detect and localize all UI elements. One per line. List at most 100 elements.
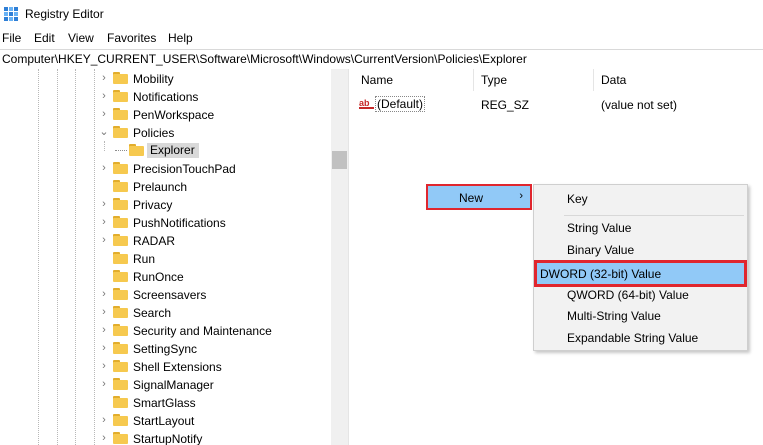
folder-icon (113, 306, 128, 318)
chevron-right-icon[interactable]: › (98, 323, 110, 337)
menu-bar: File Edit View Favorites Help (0, 28, 763, 48)
submenu-key[interactable]: Key (567, 192, 588, 206)
tree-item-label: Run (133, 252, 156, 266)
tree-item-explorer[interactable]: Explorer (0, 142, 330, 160)
value-type: REG_SZ (481, 98, 530, 112)
submenu-binary-value[interactable]: Binary Value (567, 243, 634, 257)
tree-item-prelaunch[interactable]: Prelaunch (0, 178, 330, 196)
chevron-right-icon[interactable]: › (98, 377, 110, 391)
scrollbar-thumb[interactable] (332, 151, 347, 169)
tree-item-smartglass[interactable]: SmartGlass (0, 394, 330, 412)
tree-item-run[interactable]: Run (0, 250, 330, 268)
column-divider[interactable] (593, 69, 594, 91)
column-divider[interactable] (473, 69, 474, 91)
chevron-right-icon[interactable]: › (98, 359, 110, 373)
address-path[interactable]: Computer\HKEY_CURRENT_USER\Software\Micr… (2, 52, 527, 66)
tree-item-screensavers[interactable]: › Screensavers (0, 286, 330, 304)
submenu-arrow-icon: › (519, 190, 523, 202)
chevron-right-icon[interactable]: › (98, 431, 110, 445)
folder-icon (113, 414, 128, 426)
folder-icon (113, 90, 128, 102)
submenu-dword-value[interactable]: DWORD (32-bit) Value (534, 260, 747, 287)
tree-item-runonce[interactable]: RunOnce (0, 268, 330, 286)
chevron-down-icon[interactable]: ⌄ (98, 125, 110, 139)
tree-item-pushnotifications[interactable]: › PushNotifications (0, 214, 330, 232)
tree-item-penworkspace[interactable]: › PenWorkspace (0, 106, 330, 124)
tree-item-search[interactable]: › Search (0, 304, 330, 322)
tree-item-label: Screensavers (133, 288, 207, 302)
tree-item-radar[interactable]: › RADAR (0, 232, 330, 250)
folder-icon (113, 234, 128, 246)
tree-item-startupnotify[interactable]: › StartupNotify (0, 430, 330, 445)
new-label: New (459, 191, 484, 205)
tree-item-label: Mobility (133, 72, 174, 86)
tree-item-mobility[interactable]: › Mobility (0, 70, 330, 88)
chevron-right-icon[interactable]: › (98, 197, 110, 211)
chevron-right-icon[interactable]: › (98, 89, 110, 103)
folder-icon (113, 288, 128, 300)
folder-icon (113, 72, 128, 84)
submenu-expandable-string-value[interactable]: Expandable String Value (567, 331, 698, 345)
menu-favorites[interactable]: Favorites (107, 31, 156, 45)
registry-tree[interactable]: › Mobility › Notifications › PenWorkspac… (0, 69, 348, 445)
tree-item-label: Shell Extensions (133, 360, 222, 374)
menu-view[interactable]: View (68, 31, 94, 45)
chevron-right-icon[interactable]: › (98, 161, 110, 175)
tree-item-signalmanager[interactable]: › SignalManager (0, 376, 330, 394)
submenu-string-value[interactable]: String Value (567, 221, 631, 235)
folder-icon (113, 180, 128, 192)
tree-item-privacy[interactable]: › Privacy (0, 196, 330, 214)
new-submenu: Key String Value Binary Value DWORD (32-… (533, 184, 748, 351)
column-data-header[interactable]: Data (601, 73, 626, 87)
chevron-right-icon[interactable]: › (98, 107, 110, 121)
folder-icon (113, 360, 128, 372)
tree-item-label: PrecisionTouchPad (133, 162, 236, 176)
chevron-right-icon[interactable]: › (98, 287, 110, 301)
menu-edit[interactable]: Edit (34, 31, 55, 45)
column-type-header[interactable]: Type (481, 73, 507, 87)
chevron-right-icon[interactable]: › (98, 341, 110, 355)
tree-item-notifications[interactable]: › Notifications (0, 88, 330, 106)
chevron-right-icon[interactable]: › (98, 71, 110, 85)
tree-item-label: SignalManager (133, 378, 214, 392)
folder-icon (113, 378, 128, 390)
folder-open-icon (113, 126, 128, 138)
menu-file[interactable]: File (2, 31, 21, 45)
menu-help[interactable]: Help (168, 31, 193, 45)
tree-scrollbar[interactable] (331, 69, 348, 445)
tree-item-label: PushNotifications (133, 216, 226, 230)
folder-icon (113, 270, 128, 282)
tree-item-security-and-maintenance[interactable]: › Security and Maintenance (0, 322, 330, 340)
context-menu-new-item[interactable]: New › (426, 184, 532, 210)
submenu-qword-value[interactable]: QWORD (64-bit) Value (567, 288, 689, 302)
folder-icon (113, 432, 128, 444)
tree-item-startlayout[interactable]: › StartLayout (0, 412, 330, 430)
folder-icon (113, 252, 128, 264)
window-title: Registry Editor (25, 7, 104, 21)
column-name-header[interactable]: Name (361, 73, 393, 87)
tree-item-shell-extensions[interactable]: › Shell Extensions (0, 358, 330, 376)
value-name-default[interactable]: (Default) (375, 96, 426, 112)
registry-editor-icon (4, 7, 18, 21)
tree-item-label: Policies (133, 126, 175, 140)
tree-item-label: PenWorkspace (133, 108, 215, 122)
chevron-right-icon[interactable]: › (98, 305, 110, 319)
tree-item-precisiontouchpad[interactable]: › PrecisionTouchPad (0, 160, 330, 178)
tree-item-label: Explorer (147, 143, 199, 158)
folder-icon (113, 198, 128, 210)
tree-item-label: Notifications (133, 90, 199, 104)
value-data: (value not set) (601, 98, 678, 112)
folder-icon (113, 108, 128, 120)
chevron-right-icon[interactable]: › (98, 215, 110, 229)
tree-item-policies[interactable]: ⌄ Policies (0, 124, 330, 142)
address-bar[interactable]: Computer\HKEY_CURRENT_USER\Software\Micr… (0, 49, 763, 70)
chevron-right-icon[interactable]: › (98, 233, 110, 247)
tree-item-settingsync[interactable]: › SettingSync (0, 340, 330, 358)
tree-item-label: StartLayout (133, 414, 195, 428)
pane-splitter[interactable] (348, 69, 355, 445)
folder-icon (113, 324, 128, 336)
chevron-right-icon[interactable]: › (98, 413, 110, 427)
folder-icon (129, 144, 144, 156)
submenu-multi-string-value[interactable]: Multi-String Value (567, 309, 661, 323)
folder-icon (113, 342, 128, 354)
